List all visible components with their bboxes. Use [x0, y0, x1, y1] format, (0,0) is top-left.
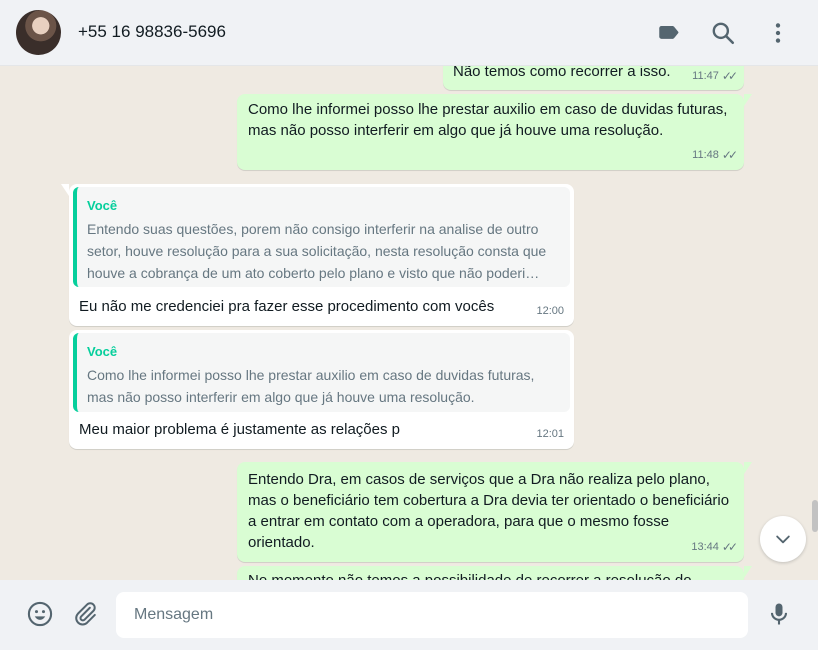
mic-icon[interactable]: [765, 600, 793, 628]
label-icon[interactable]: [656, 20, 682, 46]
chat-header: +55 16 98836-5696: [0, 0, 818, 66]
scroll-to-bottom-button[interactable]: [760, 516, 806, 562]
message-meta: 12:01: [536, 424, 564, 445]
quote-author: Você: [87, 344, 118, 359]
message-bubble-incoming[interactable]: Você Como lhe informei posso lhe prestar…: [69, 330, 574, 449]
menu-icon[interactable]: [765, 20, 791, 46]
message-meta: 13:44 ✓✓: [691, 537, 738, 558]
scrollbar[interactable]: [812, 500, 818, 532]
message-time: 12:00: [536, 305, 564, 317]
quote-text: Como lhe informei posso lhe prestar auxi…: [87, 367, 535, 405]
bubble-tail: [744, 566, 752, 578]
quote-text: Entendo suas questões, porem não consigo…: [87, 221, 547, 281]
message-time: 13:44: [691, 541, 719, 553]
double-check-icon: ✓✓: [721, 148, 738, 162]
bubble-tail: [744, 94, 752, 106]
message-text: No momento não temos a possibilidade de …: [248, 570, 733, 580]
message-meta: 11:47 ✓✓: [692, 66, 738, 87]
message-meta: 11:48 ✓✓: [692, 145, 738, 166]
quoted-message[interactable]: Você Entendo suas questões, porem não co…: [73, 187, 570, 287]
message-bubble-outgoing[interactable]: Como lhe informei posso lhe prestar auxi…: [237, 94, 752, 170]
message-list[interactable]: Não temos como recorrer a isso. 11:47 ✓✓…: [0, 66, 818, 580]
contact-name[interactable]: +55 16 98836-5696: [78, 22, 226, 42]
chevron-down-icon: [776, 535, 790, 544]
message-input[interactable]: [116, 592, 748, 638]
message-bubble-incoming[interactable]: Você Entendo suas questões, porem não co…: [61, 184, 574, 326]
bubble-tail: [61, 184, 69, 196]
message-text: Eu não me credenciei pra fazer esse proc…: [79, 298, 495, 315]
emoji-icon[interactable]: [26, 600, 54, 628]
message-meta: 12:00: [536, 301, 564, 322]
composer-bar: [0, 580, 818, 650]
message-text: Meu maior problema é justamente as relaç…: [79, 421, 400, 438]
message-time: 11:47: [692, 70, 719, 82]
search-icon[interactable]: [710, 20, 736, 46]
message-text: Como lhe informei posso lhe prestar auxi…: [248, 101, 728, 139]
contact-avatar[interactable]: [16, 10, 61, 55]
double-check-icon: ✓✓: [721, 540, 738, 554]
quoted-message[interactable]: Você Como lhe informei posso lhe prestar…: [73, 333, 570, 412]
message-bubble-outgoing[interactable]: No momento não temos a possibilidade de …: [237, 566, 752, 580]
message-time: 11:48: [692, 149, 719, 161]
message-bubble-outgoing[interactable]: Não temos como recorrer a isso. 11:47 ✓✓: [443, 66, 744, 90]
attach-icon[interactable]: [71, 600, 99, 628]
message-text: Não temos como recorrer a isso.: [453, 66, 671, 80]
message-text: Entendo Dra, em casos de serviços que a …: [248, 471, 730, 551]
quote-author: Você: [87, 198, 118, 213]
message-bubble-outgoing[interactable]: Entendo Dra, em casos de serviços que a …: [237, 462, 752, 562]
message-time: 12:01: [536, 428, 564, 440]
bubble-tail: [744, 462, 752, 474]
double-check-icon: ✓✓: [721, 69, 738, 83]
